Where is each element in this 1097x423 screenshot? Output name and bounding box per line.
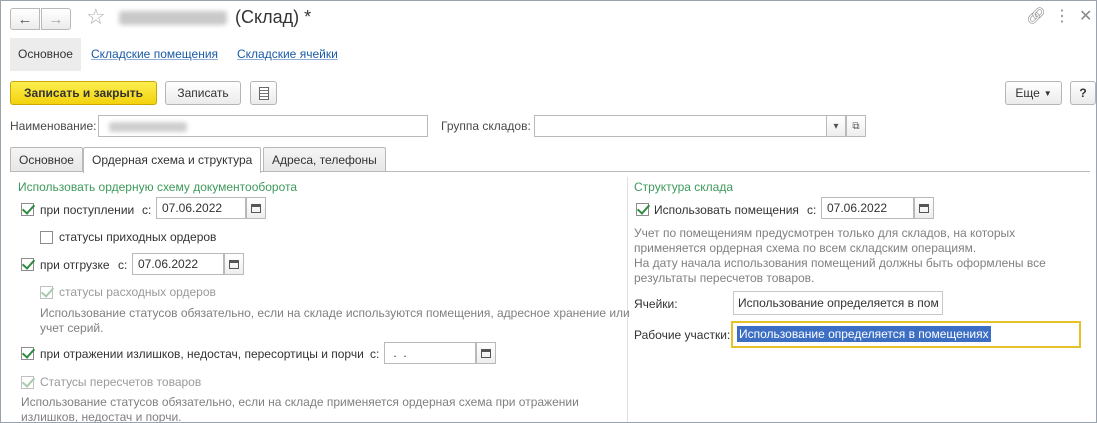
shipment-note-line1: Использование статусов обязательно, если… xyxy=(40,306,630,320)
document-icon xyxy=(258,86,269,100)
tab-addresses[interactable]: Адреса, телефоны xyxy=(263,147,386,172)
use-rooms-label: Использовать помещения xyxy=(654,203,799,217)
receipt-statuses-label: статусы приходных ордеров xyxy=(59,230,217,244)
shipment-note-line2: учет серий. xyxy=(40,321,104,335)
rooms-note-line4: результаты пересчетов товаров. xyxy=(634,271,815,285)
shipment-date-input[interactable]: 07.06.2022 xyxy=(132,253,224,275)
link-icon[interactable]: 🔗︎ xyxy=(1026,6,1046,26)
tab-main[interactable]: Основное xyxy=(10,147,83,172)
close-icon[interactable]: ✕ xyxy=(1079,6,1092,26)
tab-order-scheme[interactable]: Ордерная схема и структура xyxy=(83,147,262,173)
rooms-note-line1: Учет по помещениям предусмотрен только д… xyxy=(634,226,1016,240)
surplus-label: при отражении излишков, недостач, пересо… xyxy=(40,347,364,361)
rooms-note-line3: На дату начала использования помещений д… xyxy=(634,256,1046,270)
open-icon[interactable]: ⧉ xyxy=(846,115,866,137)
more-icon[interactable]: ⋮ xyxy=(1054,6,1070,26)
cells-label: Ячейки: xyxy=(634,297,678,311)
calendar-icon xyxy=(919,203,929,213)
window: ← → ☆ (Склад) * 🔗︎ ⋮ ✕ Основное Складски… xyxy=(0,0,1097,423)
calendar-button[interactable] xyxy=(246,197,266,219)
section-rooms-link[interactable]: Складские помещения xyxy=(83,38,226,71)
order-scheme-title: Использовать ордерную схему документообо… xyxy=(18,180,298,194)
calendar-icon xyxy=(251,203,261,213)
calendar-icon xyxy=(481,348,491,358)
help-button[interactable]: ? xyxy=(1070,81,1096,105)
recount-note-line2: излишков, недостач и порчи. xyxy=(21,410,182,423)
workarea-label: Рабочие участки: xyxy=(634,328,731,342)
section-main[interactable]: Основное xyxy=(10,38,81,71)
receipt-checkbox[interactable] xyxy=(21,203,34,216)
receipt-from-label: с: xyxy=(142,203,152,217)
name-redacted xyxy=(109,121,187,132)
star-icon[interactable]: ☆ xyxy=(86,4,106,30)
name-field[interactable] xyxy=(98,115,428,137)
shipment-label: при отгрузке xyxy=(40,258,110,272)
cells-field[interactable]: Использование определяется в пом xyxy=(733,291,943,315)
workarea-field[interactable]: Использование определяется в помещениях xyxy=(731,321,1081,348)
section-cells-link[interactable]: Складские ячейки xyxy=(229,38,346,71)
rooms-note-line2: применяется ордерная схема по всем склад… xyxy=(634,241,977,255)
calendar-icon xyxy=(229,259,239,269)
receipt-label: при поступлении xyxy=(40,203,135,217)
shipment-checkbox[interactable] xyxy=(21,258,34,271)
recount-note-line1: Использование статусов обязательно, если… xyxy=(21,395,579,409)
more-menu-button[interactable]: Еще ▼ xyxy=(1005,81,1062,105)
workarea-value: Использование определяется в помещениях xyxy=(737,326,991,342)
title-redacted xyxy=(119,11,227,25)
chevron-down-icon: ▼ xyxy=(1043,88,1052,98)
warehouse-structure-title: Структура склада xyxy=(634,180,733,194)
dropdown-icon[interactable]: ▾ xyxy=(826,115,846,137)
recount-statuses-label: Статусы пересчетов товаров xyxy=(40,375,202,389)
column-divider xyxy=(627,177,628,422)
use-rooms-checkbox[interactable] xyxy=(636,203,649,216)
window-title: (Склад) * xyxy=(235,7,312,27)
shipment-statuses-label: статусы расходных ордеров xyxy=(59,285,216,299)
save-button[interactable]: Записать xyxy=(165,81,241,105)
receipt-statuses-checkbox[interactable] xyxy=(40,231,53,244)
save-close-button[interactable]: Записать и закрыть xyxy=(10,81,157,105)
calendar-button[interactable] xyxy=(914,197,934,219)
more-menu-label: Еще xyxy=(1015,86,1040,100)
forward-arrow-icon[interactable]: → xyxy=(41,8,71,30)
use-rooms-date-input[interactable]: 07.06.2022 xyxy=(821,197,914,219)
calendar-button[interactable] xyxy=(224,253,244,275)
surplus-from-label: с: xyxy=(370,347,380,361)
shipment-statuses-checkbox xyxy=(40,286,53,299)
receipt-date-input[interactable]: 07.06.2022 xyxy=(156,197,246,219)
use-rooms-from-label: с: xyxy=(807,203,817,217)
surplus-checkbox[interactable] xyxy=(21,347,34,360)
name-label: Наименование: xyxy=(10,119,97,133)
shipment-from-label: с: xyxy=(118,258,128,272)
recount-statuses-checkbox xyxy=(21,376,34,389)
report-button[interactable] xyxy=(250,81,277,105)
surplus-date-input[interactable]: . . xyxy=(384,342,476,364)
back-arrow-icon[interactable]: ← xyxy=(10,8,40,30)
group-field[interactable] xyxy=(534,115,827,137)
group-label: Группа складов: xyxy=(441,119,531,133)
calendar-button[interactable] xyxy=(476,342,496,364)
